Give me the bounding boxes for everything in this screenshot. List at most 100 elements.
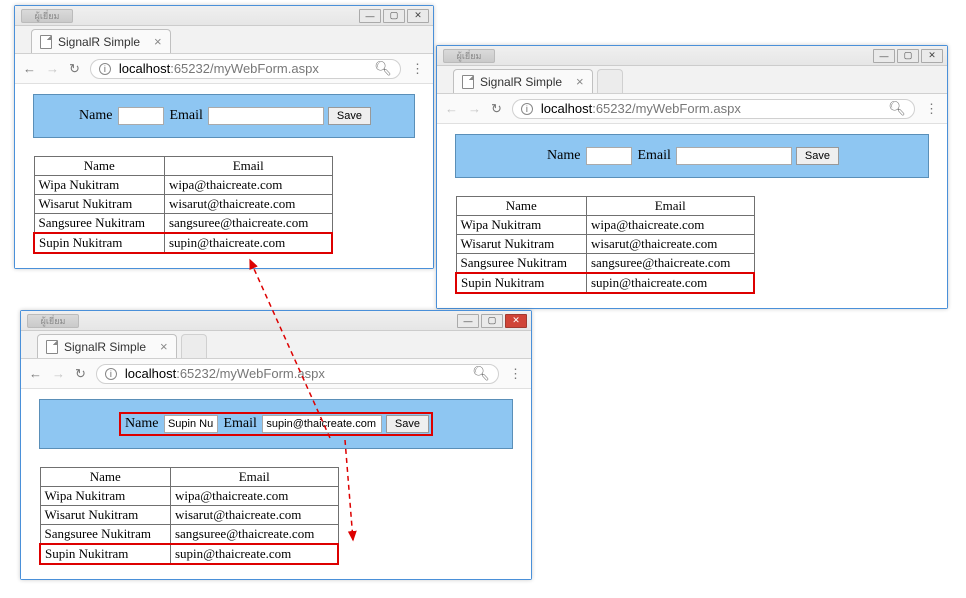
th-email: Email: [586, 197, 754, 216]
url-host: localhost: [125, 366, 176, 381]
titlebar-decor: ผู้เยี่ยม: [21, 9, 73, 23]
toolbar: ← → ↻ i localhost:65232/myWebForm.aspx 🔍…: [437, 94, 947, 124]
new-tab-button[interactable]: [181, 334, 207, 358]
url-host: localhost: [541, 101, 592, 116]
table-row: Wipa Nukitramwipa@thaicreate.com: [456, 216, 754, 235]
close-tab-icon[interactable]: ×: [576, 74, 584, 89]
address-bar[interactable]: i localhost:65232/myWebForm.aspx 🔍︎: [512, 99, 915, 119]
minimize-button[interactable]: —: [359, 9, 381, 23]
table-row: Wipa Nukitramwipa@thaicreate.com: [40, 487, 338, 506]
url-path: :65232/myWebForm.aspx: [592, 101, 741, 116]
titlebar-decor: ผู้เยี่ยม: [27, 314, 79, 328]
email-input[interactable]: [676, 147, 792, 165]
table-row: Wisarut Nukitramwisarut@thaicreate.com: [34, 195, 332, 214]
toolbar: ← → ↻ i localhost:65232/myWebForm.aspx 🔍…: [21, 359, 531, 389]
close-tab-icon[interactable]: ×: [154, 34, 162, 49]
name-label: Name: [125, 416, 158, 431]
close-tab-icon[interactable]: ×: [160, 339, 168, 354]
email-input[interactable]: [208, 107, 324, 125]
table-row-highlighted: Supin Nukitramsupin@thaicreate.com: [456, 273, 754, 293]
name-input[interactable]: [586, 147, 632, 165]
document-icon: [40, 35, 52, 49]
tab-signalr[interactable]: SignalR Simple ×: [31, 29, 171, 53]
table-row-highlighted: Supin Nukitramsupin@thaicreate.com: [40, 544, 338, 564]
tabstrip: SignalR Simple ×: [15, 26, 433, 54]
search-icon[interactable]: 🔍︎: [374, 60, 392, 77]
data-table: NameEmail Wipa Nukitramwipa@thaicreate.c…: [39, 467, 339, 565]
email-label: Email: [223, 416, 256, 431]
back-button[interactable]: ←: [23, 61, 36, 76]
th-email: Email: [170, 468, 338, 487]
forward-button[interactable]: →: [468, 101, 481, 116]
reload-button[interactable]: ↻: [69, 61, 80, 77]
info-icon[interactable]: i: [99, 63, 111, 75]
table-row: Wipa Nukitramwipa@thaicreate.com: [34, 176, 332, 195]
name-input[interactable]: [118, 107, 164, 125]
browser-window-2: ผู้เยี่ยม — ▢ ✕ SignalR Simple × ← → ↻ i…: [436, 45, 948, 309]
back-button[interactable]: ←: [29, 366, 42, 381]
name-label: Name: [547, 148, 580, 163]
form-annot: Name Email Save: [119, 412, 433, 436]
save-button[interactable]: Save: [796, 147, 839, 165]
close-button[interactable]: ✕: [505, 314, 527, 328]
form-band: Name Email Save: [39, 399, 513, 449]
back-button[interactable]: ←: [445, 101, 458, 116]
url-host: localhost: [119, 61, 170, 76]
menu-button[interactable]: ⋮: [509, 366, 523, 382]
email-label: Email: [637, 148, 670, 163]
search-icon[interactable]: 🔍︎: [472, 365, 490, 382]
info-icon[interactable]: i: [105, 368, 117, 380]
titlebar-decor: ผู้เยี่ยม: [443, 49, 495, 63]
name-input[interactable]: [164, 415, 218, 433]
tab-title: SignalR Simple: [58, 35, 140, 49]
data-table: NameEmail Wipa Nukitramwipa@thaicreate.c…: [33, 156, 333, 254]
search-icon[interactable]: 🔍︎: [888, 100, 906, 117]
browser-window-3: ผู้เยี่ยม — ▢ ✕ SignalR Simple × ← → ↻ i…: [20, 310, 532, 580]
save-button[interactable]: Save: [328, 107, 371, 125]
page-content: Name Email Save NameEmail Wipa Nukitramw…: [21, 389, 531, 579]
page-content: Name Email Save NameEmail Wipa Nukitramw…: [15, 84, 433, 268]
form-band: Name Email Save: [33, 94, 415, 138]
save-button[interactable]: Save: [386, 415, 429, 433]
email-input[interactable]: [262, 415, 382, 433]
minimize-button[interactable]: —: [873, 49, 895, 63]
menu-button[interactable]: ⋮: [411, 61, 425, 77]
reload-button[interactable]: ↻: [75, 366, 86, 382]
address-bar[interactable]: i localhost:65232/myWebForm.aspx 🔍︎: [90, 59, 401, 79]
forward-button[interactable]: →: [46, 61, 59, 76]
email-label: Email: [169, 108, 202, 123]
th-name: Name: [456, 197, 586, 216]
titlebar[interactable]: ผู้เยี่ยม — ▢ ✕: [437, 46, 947, 66]
table-row: Wisarut Nukitramwisarut@thaicreate.com: [456, 235, 754, 254]
url-path: :65232/myWebForm.aspx: [176, 366, 325, 381]
th-name: Name: [40, 468, 170, 487]
close-button[interactable]: ✕: [407, 9, 429, 23]
address-bar[interactable]: i localhost:65232/myWebForm.aspx 🔍︎: [96, 364, 499, 384]
maximize-button[interactable]: ▢: [481, 314, 503, 328]
titlebar[interactable]: ผู้เยี่ยม — ▢ ✕: [15, 6, 433, 26]
tabstrip: SignalR Simple ×: [21, 331, 531, 359]
tab-signalr[interactable]: SignalR Simple ×: [453, 69, 593, 93]
forward-button[interactable]: →: [52, 366, 65, 381]
tabstrip: SignalR Simple ×: [437, 66, 947, 94]
reload-button[interactable]: ↻: [491, 101, 502, 117]
th-name: Name: [34, 157, 164, 176]
minimize-button[interactable]: —: [457, 314, 479, 328]
table-row: Wisarut Nukitramwisarut@thaicreate.com: [40, 506, 338, 525]
info-icon[interactable]: i: [521, 103, 533, 115]
maximize-button[interactable]: ▢: [897, 49, 919, 63]
th-email: Email: [164, 157, 332, 176]
url-path: :65232/myWebForm.aspx: [170, 61, 319, 76]
close-button[interactable]: ✕: [921, 49, 943, 63]
menu-button[interactable]: ⋮: [925, 101, 939, 117]
tab-signalr[interactable]: SignalR Simple ×: [37, 334, 177, 358]
table-row: Sangsuree Nukitramsangsuree@thaicreate.c…: [34, 214, 332, 234]
table-row: Sangsuree Nukitramsangsuree@thaicreate.c…: [40, 525, 338, 545]
form-band: Name Email Save: [455, 134, 929, 178]
maximize-button[interactable]: ▢: [383, 9, 405, 23]
tab-title: SignalR Simple: [64, 340, 146, 354]
titlebar[interactable]: ผู้เยี่ยม — ▢ ✕: [21, 311, 531, 331]
table-row: Sangsuree Nukitramsangsuree@thaicreate.c…: [456, 254, 754, 274]
new-tab-button[interactable]: [597, 69, 623, 93]
page-content: Name Email Save NameEmail Wipa Nukitramw…: [437, 124, 947, 308]
